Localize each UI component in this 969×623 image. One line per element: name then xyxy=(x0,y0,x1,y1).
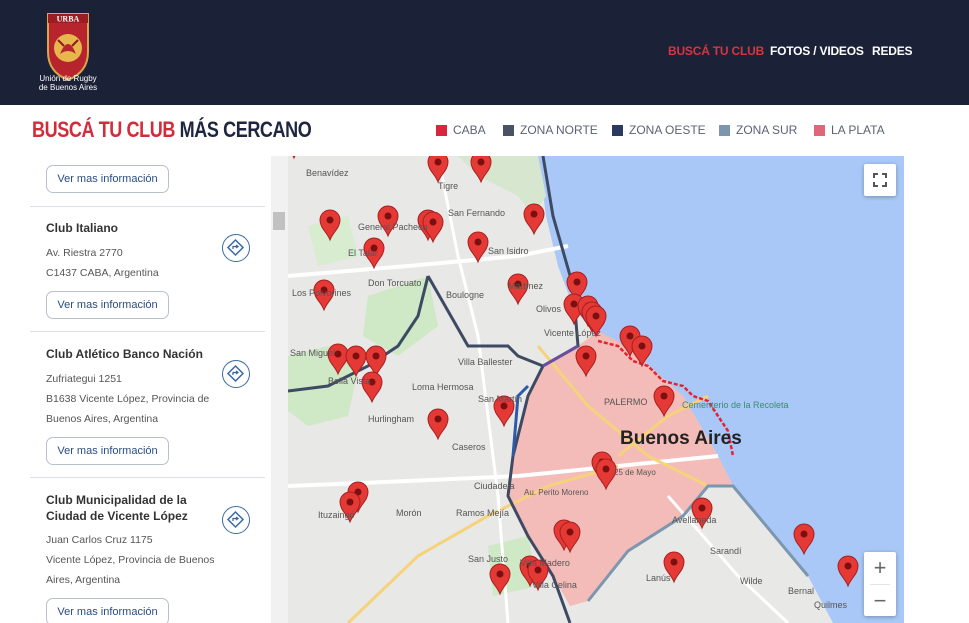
legend-caba[interactable]: CABA xyxy=(436,122,486,138)
club-address: B1638 Vicente López, Provincia de xyxy=(46,393,210,405)
divider xyxy=(30,206,265,207)
club-name: Club Atlético Banco Nación xyxy=(46,347,203,361)
club-address: Juan Carlos Cruz 1175 xyxy=(46,534,153,546)
map-place-label: Lanús xyxy=(646,573,671,583)
directions-icon xyxy=(226,238,245,257)
map-place-label: Wilde xyxy=(740,576,763,586)
club-name: Ciudad de Vicente López xyxy=(46,509,188,523)
legend-swatch xyxy=(612,124,623,136)
map-place-label: El Talar xyxy=(348,248,378,258)
more-info-button[interactable]: Ver mas información xyxy=(46,165,169,193)
zoom-control: + − xyxy=(864,552,896,616)
legend-la-plata[interactable]: LA PLATA xyxy=(814,122,885,138)
map-place-label: Bernal xyxy=(788,586,815,596)
map-place-label: Villa Ballester xyxy=(458,357,513,367)
legend-swatch xyxy=(503,124,514,136)
club-address: Av. Riestra 2770 xyxy=(46,247,123,259)
map-place-label: Ramos Mejía xyxy=(456,508,510,518)
club-map-pin[interactable] xyxy=(427,156,449,184)
map-place-label: Tigre xyxy=(438,181,459,191)
map-place-label: 25 de Mayo xyxy=(614,468,656,477)
map-place-label: Hurlingham xyxy=(368,414,415,424)
zoom-in-button[interactable]: + xyxy=(864,552,896,584)
svg-text:URBA: URBA xyxy=(57,15,80,24)
map-place-label: San Isidro xyxy=(488,246,529,256)
logo-caption: Unión de Rugby de Buenos Aires xyxy=(38,74,98,92)
map-place-label: San Martín xyxy=(478,394,523,404)
legend-swatch xyxy=(814,124,825,136)
map-place-label: Quilmes xyxy=(814,600,848,610)
directions-button[interactable] xyxy=(222,360,250,388)
club-address: Vicente López, Provincia de Buenos xyxy=(46,554,215,566)
legend-zona-norte[interactable]: ZONA NORTE xyxy=(503,122,598,138)
map-place-label: Los Polvorines xyxy=(292,288,352,298)
club-address: Aires, Argentina xyxy=(46,574,121,586)
fullscreen-icon xyxy=(873,173,887,187)
club-name: Club Italiano xyxy=(46,221,118,235)
more-info-button[interactable]: Ver mas información xyxy=(46,437,169,465)
club-map-pin[interactable] xyxy=(365,345,387,378)
directions-icon xyxy=(226,510,245,529)
map-place-label: Loma Hermosa xyxy=(412,382,474,392)
map-place-label: San Fernando xyxy=(448,208,506,218)
fullscreen-button[interactable] xyxy=(864,164,896,196)
map-place-label: Boulogne xyxy=(446,290,485,300)
nav-redes[interactable]: REDES xyxy=(872,44,913,58)
map-place-label: Villa Madero xyxy=(520,558,570,568)
map-place-label: Martínez xyxy=(508,281,544,291)
map-place-label: Au. Perito Moreno xyxy=(524,488,589,497)
map-place-label: Don Torcuato xyxy=(368,278,422,288)
club-address: Buenos Aires, Argentina xyxy=(46,413,159,425)
map-place-label: Sarandí xyxy=(710,546,742,556)
page-title: BUSCÁ TU CLUB MÁS CERCANO xyxy=(32,117,312,142)
map-place-label: San Justo xyxy=(468,554,509,564)
city-label: Buenos Aires xyxy=(620,428,742,449)
scrollbar-thumb[interactable] xyxy=(273,212,285,230)
directions-button[interactable] xyxy=(222,506,250,534)
club-list[interactable]: Ver mas información Club Italiano Av. Ri… xyxy=(30,156,272,623)
map-place-label: Vicente López xyxy=(544,328,601,338)
club-map[interactable]: Benavídez Tigre San Fernando General Pac… xyxy=(288,156,904,623)
divider xyxy=(30,477,265,478)
map-place-label: Bella Vista xyxy=(328,376,371,386)
directions-button[interactable] xyxy=(222,234,250,262)
legend-swatch xyxy=(719,124,730,136)
map-place-label: PALERMO xyxy=(604,397,648,407)
map-place-label: Ituzaingó xyxy=(318,510,355,520)
legend-swatch xyxy=(436,124,447,136)
zoom-out-button[interactable]: − xyxy=(864,585,896,616)
directions-icon xyxy=(226,364,245,383)
divider xyxy=(30,331,265,332)
legend-zona-oeste[interactable]: ZONA OESTE xyxy=(612,122,706,138)
map-place-label: Morón xyxy=(396,508,422,518)
legend-zona-sur[interactable]: ZONA SUR xyxy=(719,122,797,138)
map-place-label: Cementerio de la Recoleta xyxy=(682,400,789,410)
club-map-pin[interactable] xyxy=(288,156,304,160)
map-place-label: Villa Celina xyxy=(532,580,577,590)
club-map-pin[interactable] xyxy=(427,408,449,441)
club-name: Club Municipalidad de la xyxy=(46,493,187,507)
map-place-label: San Miguel xyxy=(290,348,336,358)
map-place-label: Ciudadela xyxy=(474,481,515,491)
club-map-pin[interactable] xyxy=(523,203,545,236)
nav-busca-tu-club[interactable]: BUSCÁ TU CLUB xyxy=(668,44,764,58)
map-place-label: Olivos xyxy=(536,304,562,314)
more-info-button[interactable]: Ver mas información xyxy=(46,291,169,319)
club-address: Zufriategui 1251 xyxy=(46,373,122,385)
map-place-label: Benavídez xyxy=(306,168,349,178)
more-info-button[interactable]: Ver mas información xyxy=(46,598,169,623)
club-address: C1437 CABA, Argentina xyxy=(46,267,159,279)
map-place-label: Caseros xyxy=(452,442,486,452)
map-place-label: General Pacheco xyxy=(358,222,428,232)
top-navigation-bar: URBA Unión de Rugby de Buenos Aires BUSC… xyxy=(0,0,969,105)
nav-fotos-videos[interactable]: FOTOS / VIDEOS xyxy=(770,44,864,58)
map-place-label: Avellaneda xyxy=(672,515,717,525)
